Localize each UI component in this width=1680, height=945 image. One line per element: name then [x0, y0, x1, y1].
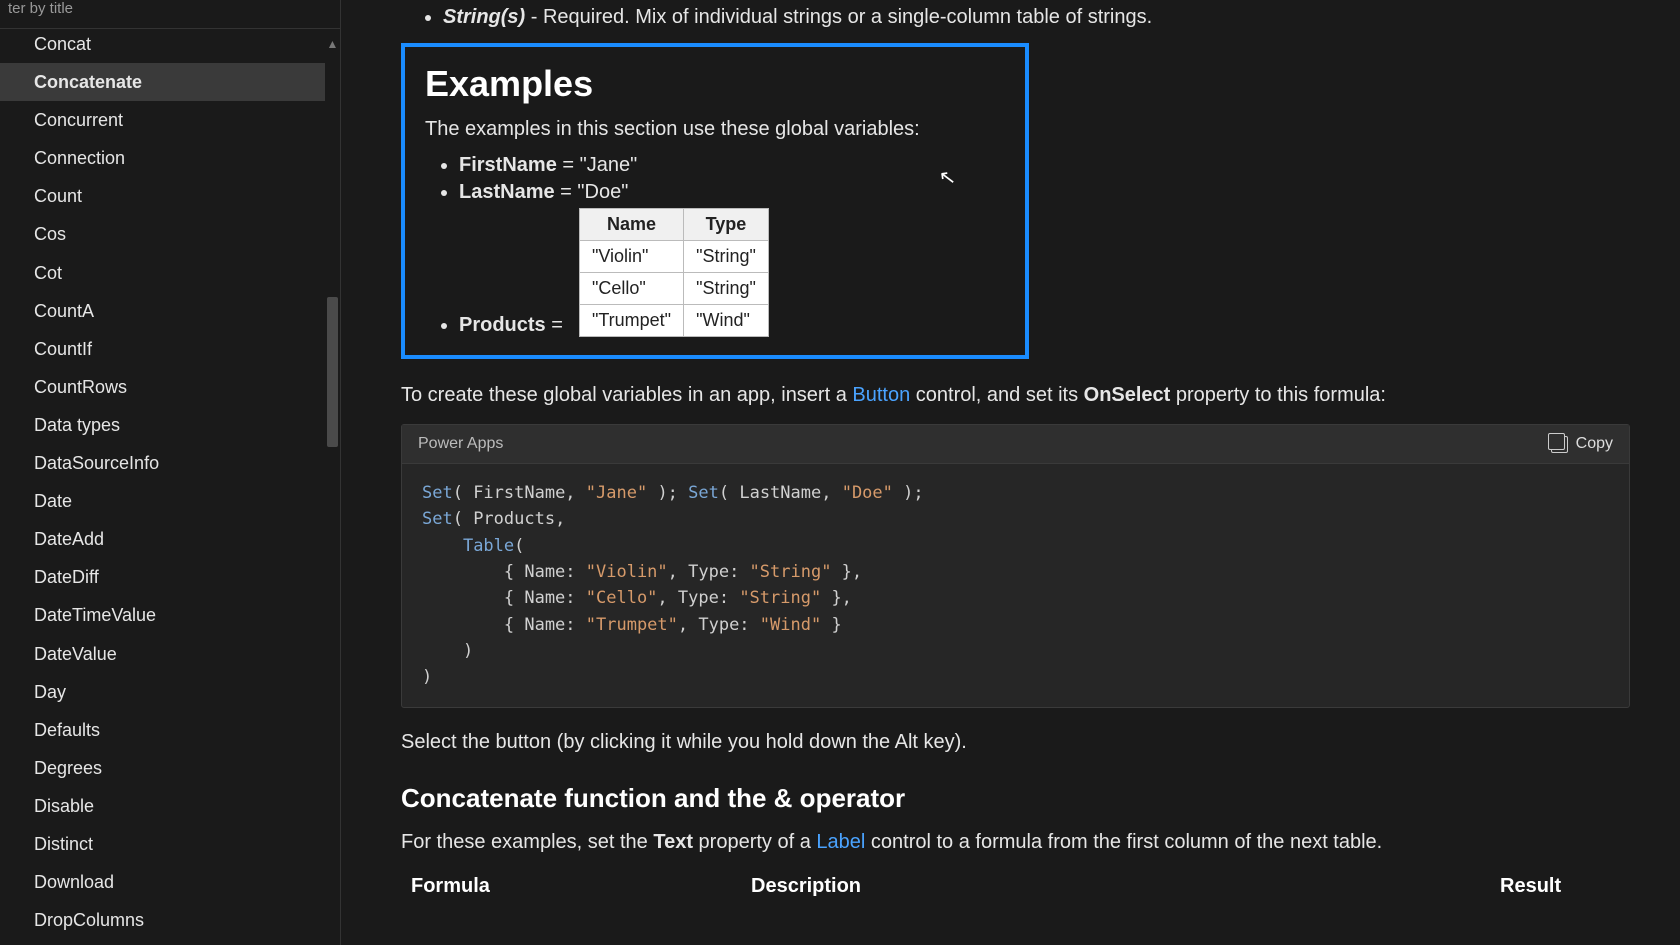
sidebar-item-download[interactable]: Download [0, 863, 340, 901]
sidebar-item-datevalue[interactable]: DateValue [0, 635, 340, 673]
examples-highlight-box: Examples The examples in this section us… [401, 43, 1029, 359]
concatenate-subheading: Concatenate function and the & operator [401, 783, 1630, 814]
sidebar-item-disable[interactable]: Disable [0, 787, 340, 825]
col-description: Description [751, 875, 1500, 898]
sidebar-item-datediff[interactable]: DateDiff [0, 558, 340, 596]
sidebar-item-cos[interactable]: Cos [0, 215, 340, 253]
table-cell: "Wind" [684, 305, 769, 337]
table-row: "Cello""String" [579, 273, 768, 305]
sidebar-item-countif[interactable]: CountIf [0, 330, 340, 368]
examples-heading: Examples [425, 63, 1005, 105]
sidebar-item-degrees[interactable]: Degrees [0, 749, 340, 787]
text: To create these global variables in an a… [401, 384, 852, 406]
text: property to this formula: [1170, 384, 1386, 406]
copy-label: Copy [1576, 435, 1613, 453]
code-content: Set( FirstName, "Jane" ); Set( LastName,… [402, 464, 1629, 707]
sidebar-item-dropcolumns[interactable]: DropColumns [0, 901, 340, 939]
var-products: Products = NameType "Violin""String""Cel… [459, 208, 1005, 337]
sidebar-item-connection[interactable]: Connection [0, 139, 340, 177]
select-button-paragraph: Select the button (by clicking it while … [401, 728, 1630, 757]
sidebar-item-defaults[interactable]: Defaults [0, 711, 340, 749]
sidebar-item-distinct[interactable]: Distinct [0, 825, 340, 863]
sidebar-item-concat[interactable]: Concat [0, 29, 340, 63]
text: For these examples, set the [401, 831, 653, 853]
formula-table-header-row: Formula Description Result [401, 875, 1630, 898]
products-table-header: Type [684, 209, 769, 241]
param-name: String(s) [443, 6, 525, 28]
sidebar-item-date[interactable]: Date [0, 482, 340, 520]
sidebar: ter by title ConcatConcatenateConcurrent… [0, 0, 341, 945]
sidebar-item-day[interactable]: Day [0, 673, 340, 711]
create-globals-paragraph: To create these global variables in an a… [401, 381, 1630, 410]
filter-placeholder-text: ter by title [8, 0, 73, 17]
param-desc: - Required. Mix of individual strings or… [525, 6, 1152, 28]
var-lastname: LastName = "Doe" [459, 181, 1005, 204]
sidebar-item-concatenate[interactable]: Concatenate [0, 63, 340, 101]
sidebar-item-countrows[interactable]: CountRows [0, 368, 340, 406]
sidebar-item-counta[interactable]: CountA [0, 292, 340, 330]
col-result: Result [1500, 875, 1620, 898]
table-cell: "String" [684, 273, 769, 305]
table-row: "Trumpet""Wind" [579, 305, 768, 337]
filter-by-title-input[interactable]: ter by title [0, 0, 340, 29]
var-name: LastName [459, 181, 555, 203]
text: property of a [693, 831, 816, 853]
sidebar-item-datetimevalue[interactable]: DateTimeValue [0, 596, 340, 634]
var-name: FirstName [459, 154, 557, 176]
sidebar-scrollbar[interactable]: ▲ [325, 37, 340, 937]
table-cell: "Violin" [579, 241, 683, 273]
text: control, and set its [910, 384, 1083, 406]
table-cell: "String" [684, 241, 769, 273]
scrollbar-thumb[interactable] [327, 297, 338, 447]
sidebar-item-dateadd[interactable]: DateAdd [0, 520, 340, 558]
products-table: NameType "Violin""String""Cello""String"… [579, 208, 769, 337]
scroll-up-arrow-icon[interactable]: ▲ [325, 37, 340, 52]
sidebar-item-concurrent[interactable]: Concurrent [0, 101, 340, 139]
var-value: "Doe" [577, 181, 628, 203]
var-value: "Jane" [580, 154, 638, 176]
sidebar-item-editform[interactable]: EditForm [0, 939, 340, 945]
label-link[interactable]: Label [816, 831, 865, 853]
main-content: String(s) - Required. Mix of individual … [341, 0, 1680, 945]
sidebar-item-count[interactable]: Count [0, 177, 340, 215]
col-formula: Formula [411, 875, 751, 898]
sidebar-item-cot[interactable]: Cot [0, 254, 340, 292]
sidebar-item-data-types[interactable]: Data types [0, 406, 340, 444]
sidebar-nav: ConcatConcatenateConcurrentConnectionCou… [0, 29, 340, 945]
text-bold: Text [653, 831, 693, 853]
var-name: Products [459, 314, 546, 336]
var-firstname: FirstName = "Jane" [459, 154, 1005, 177]
onselect-bold: OnSelect [1084, 384, 1171, 406]
code-language-label: Power Apps [418, 435, 503, 453]
param-string: String(s) - Required. Mix of individual … [443, 6, 1630, 29]
button-link[interactable]: Button [852, 384, 910, 406]
products-table-header: Name [579, 209, 683, 241]
copy-icon [1551, 436, 1568, 453]
table-cell: "Trumpet" [579, 305, 683, 337]
examples-intro: The examples in this section use these g… [425, 115, 1005, 144]
label-paragraph: For these examples, set the Text propert… [401, 828, 1630, 857]
code-block: Power Apps Copy Set( FirstName, "Jane" )… [401, 424, 1630, 708]
text: control to a formula from the first colu… [865, 831, 1382, 853]
table-cell: "Cello" [579, 273, 683, 305]
sidebar-item-datasourceinfo[interactable]: DataSourceInfo [0, 444, 340, 482]
table-row: "Violin""String" [579, 241, 768, 273]
copy-button[interactable]: Copy [1551, 435, 1613, 453]
